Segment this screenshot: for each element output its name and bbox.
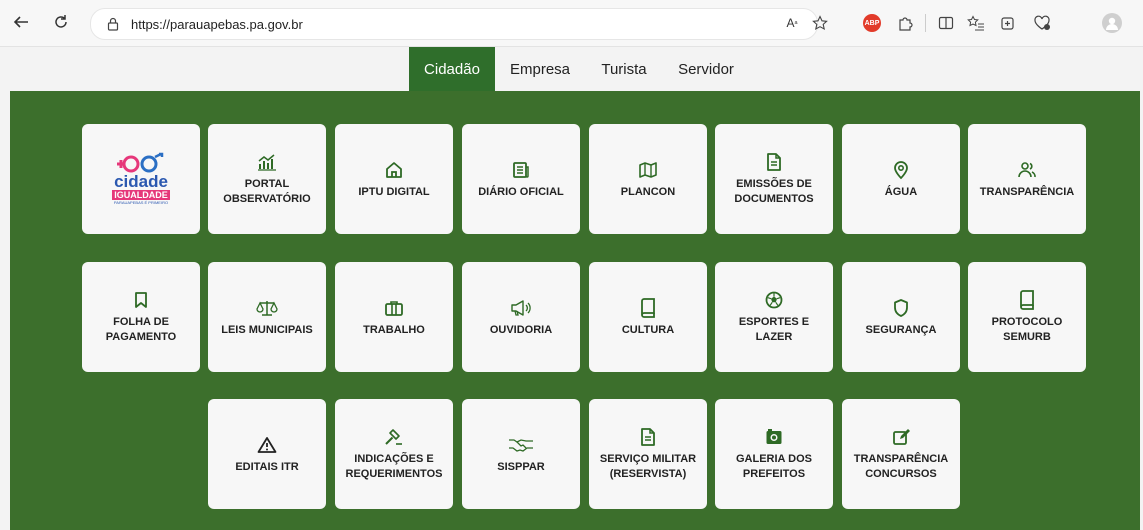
service-label: TRABALHO: [363, 323, 425, 336]
service-label: SISPPAR: [497, 460, 545, 473]
service-label: GALERIA DOS PREFEITOS: [736, 453, 812, 480]
service-card-editais-itr[interactable]: EDITAIS ITR: [208, 399, 326, 509]
extensions-icon[interactable]: [893, 11, 917, 35]
adblock-plus-icon[interactable]: ABP: [860, 11, 884, 35]
service-card-agua[interactable]: ÁGUA: [842, 124, 960, 234]
shield-icon: [893, 297, 909, 319]
book-icon: [640, 297, 656, 319]
handshake-icon: [508, 434, 534, 456]
service-card-folha-de-pagamento[interactable]: FOLHA DE PAGAMENTO: [82, 262, 200, 372]
location-pin-icon: [893, 159, 909, 181]
service-card-portal-observatorio[interactable]: PORTAL OBSERVATÓRIO: [208, 124, 326, 234]
service-label: CULTURA: [621, 323, 675, 336]
read-aloud-icon[interactable]: Aᵃ: [780, 11, 804, 35]
service-label: LEIS MUNICIPAIS: [221, 323, 313, 336]
chart-icon: [257, 151, 277, 173]
service-card-emissoes-de-documentos[interactable]: EMISSÕES DE DOCUMENTOS: [715, 124, 833, 234]
gavel-icon: [384, 426, 404, 448]
browser-toolbar: https://parauapebas.pa.gov.br Aᵃ ABP: [0, 0, 1143, 47]
service-card-trabalho[interactable]: TRABALHO: [335, 262, 453, 372]
service-card-ouvidoria[interactable]: OUVIDORIA: [462, 262, 580, 372]
services-panel: cidade IGUALDADE PARAUAPEBAS É PRIMEIRO …: [10, 91, 1140, 530]
favorite-star-icon[interactable]: [808, 11, 832, 35]
service-card-transparencia-concursos[interactable]: TRANSPARÊNCIA CONCURSOS: [842, 399, 960, 509]
edit-icon: [892, 426, 910, 448]
audience-tabs: Cidadão Empresa Turista Servidor: [0, 47, 1143, 91]
service-card-iptu-digital[interactable]: IPTU DIGITAL: [335, 124, 453, 234]
service-card-galeria-dos-prefeitos[interactable]: GALERIA DOS PREFEITOS: [715, 399, 833, 509]
scales-icon: [256, 297, 278, 319]
collections-icon[interactable]: [996, 11, 1020, 35]
service-card-transparencia[interactable]: TRANSPARÊNCIA: [968, 124, 1086, 234]
service-card-leis-municipais[interactable]: LEIS MUNICIPAIS: [208, 262, 326, 372]
service-card-seguranca[interactable]: SEGURANÇA: [842, 262, 960, 372]
tab-empresa[interactable]: Empresa: [500, 47, 580, 91]
service-label: OUVIDORIA: [489, 323, 553, 336]
service-label: INDICAÇÕES E REQUERIMENTOS: [345, 453, 443, 480]
split-screen-icon[interactable]: [934, 11, 958, 35]
address-bar[interactable]: https://parauapebas.pa.gov.br: [90, 8, 818, 40]
refresh-icon[interactable]: [50, 11, 72, 33]
profile-avatar-icon[interactable]: [1100, 11, 1124, 35]
newspaper-icon: [512, 159, 530, 181]
service-label: EMISSÕES DE DOCUMENTOS: [734, 178, 814, 205]
service-label: ESPORTES E LAZER: [738, 316, 810, 343]
service-label: IPTU DIGITAL: [358, 185, 430, 198]
service-card-protocolo-semurb[interactable]: PROTOCOLO SEMURB: [968, 262, 1086, 372]
bookmark-icon: [133, 289, 149, 311]
warning-icon: [257, 434, 277, 456]
lock-icon: [105, 16, 121, 32]
briefcase-icon: [384, 297, 404, 319]
service-label: PLANCON: [620, 185, 676, 198]
users-icon: [1017, 159, 1037, 181]
service-label: DIÁRIO OFICIAL: [478, 185, 564, 198]
megaphone-icon: [510, 297, 532, 319]
service-card-esportes-e-lazer[interactable]: ESPORTES E LAZER: [715, 262, 833, 372]
book-icon: [1019, 289, 1035, 311]
cidade-igualdade-logo-card[interactable]: cidade IGUALDADE PARAUAPEBAS É PRIMEIRO: [82, 124, 200, 234]
service-label: SEGURANÇA: [865, 323, 937, 336]
tab-servidor[interactable]: Servidor: [668, 47, 744, 91]
service-card-diario-oficial[interactable]: DIÁRIO OFICIAL: [462, 124, 580, 234]
document-icon: [766, 151, 782, 173]
toolbar-divider: [925, 14, 926, 32]
tab-turista[interactable]: Turista: [590, 47, 658, 91]
document-icon: [640, 426, 656, 448]
camera-icon: [765, 426, 783, 448]
service-card-cultura[interactable]: CULTURA: [589, 262, 707, 372]
service-label: TRANSPARÊNCIA CONCURSOS: [853, 453, 949, 480]
tab-cidadao[interactable]: Cidadão: [409, 47, 495, 91]
service-label: FOLHA DE PAGAMENTO: [105, 316, 177, 343]
service-label: ÁGUA: [884, 185, 918, 198]
cidade-igualdade-logo: cidade IGUALDADE PARAUAPEBAS É PRIMEIRO: [106, 149, 176, 209]
url-text: https://parauapebas.pa.gov.br: [131, 16, 303, 32]
service-card-plancon[interactable]: PLANCON: [589, 124, 707, 234]
browser-essentials-icon[interactable]: [1030, 11, 1054, 35]
service-label: EDITAIS ITR: [235, 460, 299, 473]
soccer-ball-icon: [765, 289, 783, 311]
service-label: TRANSPARÊNCIA: [979, 185, 1075, 198]
service-label: SERVIÇO MILITAR (RESERVISTA): [599, 453, 697, 480]
favorites-list-icon[interactable]: [964, 11, 988, 35]
service-label: PORTAL OBSERVATÓRIO: [223, 178, 311, 205]
map-icon: [638, 159, 658, 181]
service-card-indicacoes-e-requerimentos[interactable]: INDICAÇÕES E REQUERIMENTOS: [335, 399, 453, 509]
home-icon: [385, 159, 403, 181]
service-label: PROTOCOLO SEMURB: [991, 316, 1063, 343]
back-icon[interactable]: [10, 11, 32, 33]
service-card-servico-militar[interactable]: SERVIÇO MILITAR (RESERVISTA): [589, 399, 707, 509]
service-card-sisppar[interactable]: SISPPAR: [462, 399, 580, 509]
